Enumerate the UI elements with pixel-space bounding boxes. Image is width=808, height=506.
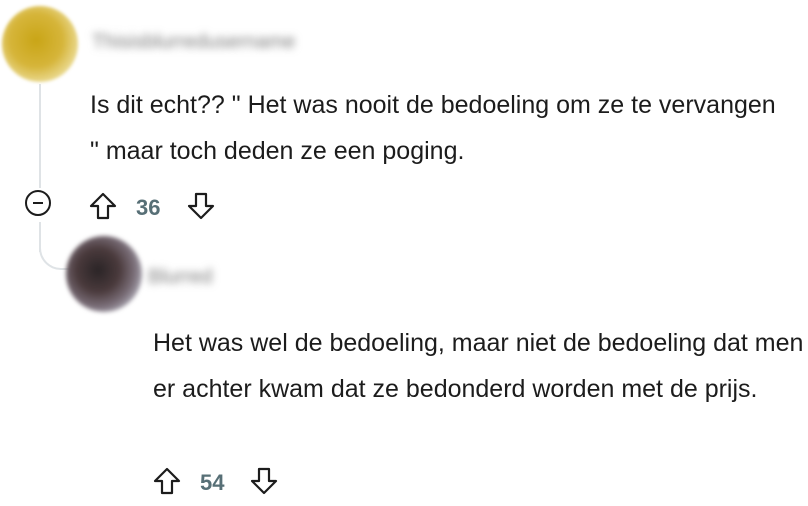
username[interactable]: Thisisblurredusername [92, 31, 295, 54]
username[interactable]: Blurred [148, 266, 212, 289]
avatar[interactable] [2, 6, 78, 82]
collapse-icon[interactable] [25, 190, 51, 216]
upvote-icon[interactable] [152, 466, 182, 496]
avatar[interactable] [66, 236, 142, 312]
thread-line [39, 84, 41, 188]
downvote-icon[interactable] [186, 191, 216, 221]
vote-count: 36 [136, 195, 161, 220]
downvote-icon[interactable] [249, 466, 279, 496]
vote-count: 54 [200, 470, 225, 495]
comment-text: Het was wel de bedoeling, maar niet de b… [153, 329, 804, 403]
upvote-icon[interactable] [88, 191, 118, 221]
comment-text: Is dit echt?? " Het was nooit de bedoeli… [90, 91, 776, 165]
